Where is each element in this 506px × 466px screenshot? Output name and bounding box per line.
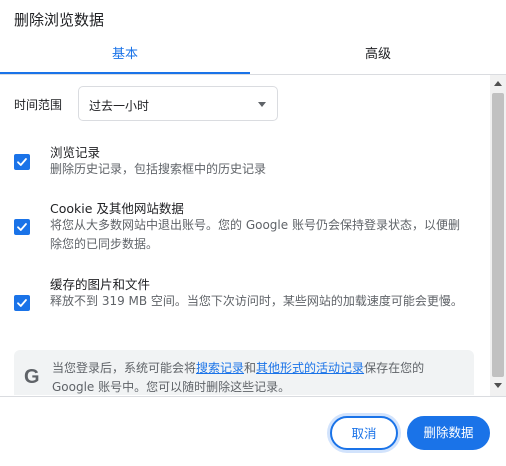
info-box: G 当您登录后，系统可能会将搜索记录和其他形式的活动记录保存在您的 Google…	[14, 350, 474, 395]
google-g-icon: G	[24, 366, 40, 388]
tab-advanced[interactable]: 高级	[250, 40, 506, 74]
checkbox-browsing-history[interactable]	[14, 154, 30, 170]
dropdown-caret-icon	[258, 102, 266, 107]
search-history-link[interactable]: 搜索记录	[196, 361, 244, 375]
scrollbar[interactable]	[490, 75, 506, 396]
scrollbar-thumb[interactable]	[492, 93, 504, 377]
option-description: 删除历史记录，包括搜索框中的历史记录	[50, 162, 267, 176]
scroll-down-arrow-icon[interactable]	[494, 383, 502, 388]
other-activity-link[interactable]: 其他形式的活动记录	[256, 361, 364, 375]
checkbox-cookies[interactable]	[14, 219, 30, 235]
cancel-button[interactable]: 取消	[330, 416, 398, 450]
option-description: 将您从大多数网站中退出账号。您的 Google 账号仍会保持登录状态，以便删除您…	[50, 218, 460, 251]
info-text-part: 和	[244, 361, 257, 375]
clear-data-button[interactable]: 删除数据	[407, 416, 490, 450]
checkbox-cache[interactable]	[14, 295, 30, 311]
option-title: 缓存的图片和文件	[50, 277, 151, 292]
scroll-up-arrow-icon[interactable]	[494, 81, 502, 86]
dialog-content: 时间范围 过去一小时 浏览记录 删除历史记录，包括搜索框中的历史记录 Cooki…	[0, 75, 490, 395]
option-title: 浏览记录	[50, 145, 101, 160]
time-range-label: 时间范围	[14, 98, 63, 112]
tab-basic[interactable]: 基本	[0, 40, 250, 74]
check-icon	[17, 158, 27, 166]
option-description: 释放不到 319 MB 空间。当您下次访问时，某些网站的加载速度可能会更慢。	[50, 294, 463, 308]
check-icon	[17, 299, 27, 307]
time-range-value: 过去一小时	[89, 99, 150, 113]
footer-divider	[0, 396, 506, 397]
info-text: 当您登录后，系统可能会将搜索记录和其他形式的活动记录保存在您的 Google 账…	[52, 359, 468, 395]
info-text-part: 当您登录后，系统可能会将	[52, 361, 197, 375]
dialog-title: 删除浏览数据	[14, 11, 105, 29]
check-icon	[17, 223, 27, 231]
time-range-select[interactable]: 过去一小时	[78, 86, 278, 121]
option-title: Cookie 及其他网站数据	[50, 201, 184, 216]
clear-browsing-data-dialog: 删除浏览数据 基本 高级 时间范围 过去一小时 浏览记录 删除历史记录，包括搜索…	[0, 0, 506, 466]
tab-bar: 基本 高级	[0, 40, 506, 74]
